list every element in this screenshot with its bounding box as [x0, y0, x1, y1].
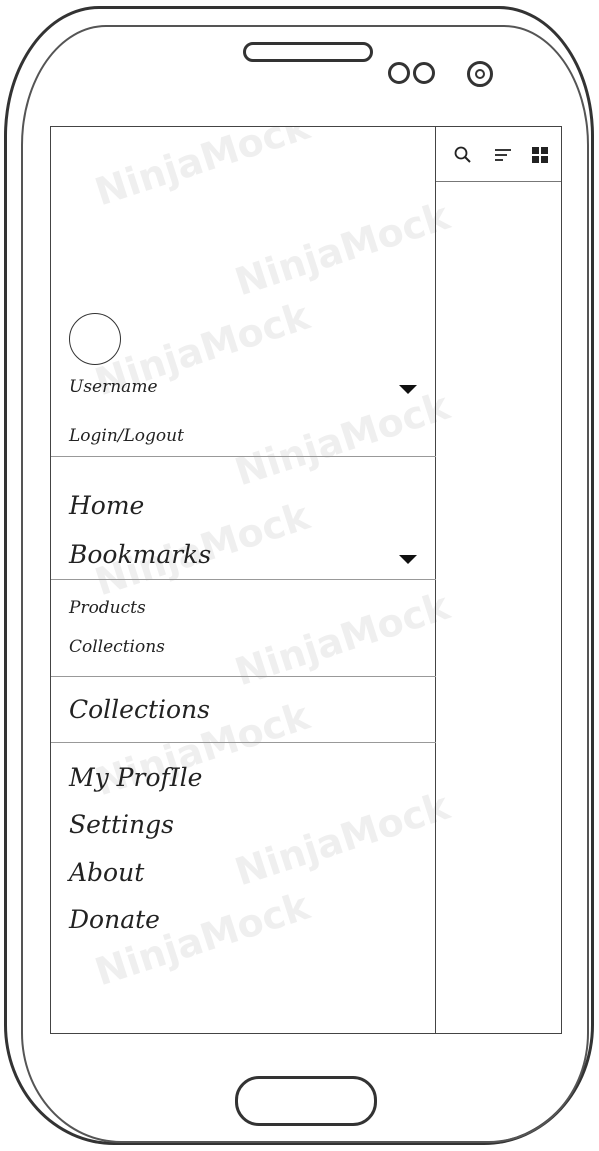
- nav-item-settings[interactable]: Settings: [69, 810, 174, 839]
- screen: NinjaMock NinjaMock NinjaMock NinjaMock …: [50, 126, 562, 1034]
- speaker-grille: [243, 42, 373, 62]
- divider: [51, 456, 436, 457]
- search-icon[interactable]: [453, 145, 473, 165]
- submenu-item-products[interactable]: Products: [69, 598, 146, 618]
- nav-item-home[interactable]: Home: [69, 491, 144, 520]
- toolbar: [436, 127, 561, 182]
- front-camera-icon: [467, 61, 493, 87]
- nav-item-my-profile[interactable]: My ProfIle: [69, 763, 202, 792]
- avatar[interactable]: [69, 313, 121, 365]
- submenu-item-collections[interactable]: Collections: [69, 637, 165, 657]
- username-label[interactable]: Username: [69, 377, 158, 397]
- light-sensor: [413, 62, 435, 84]
- divider: [51, 579, 436, 580]
- login-logout-link[interactable]: Login/Logout: [69, 426, 184, 446]
- content-pane: [436, 127, 561, 1033]
- divider: [51, 742, 436, 743]
- nav-item-collections[interactable]: Collections: [69, 695, 210, 724]
- nav-item-about[interactable]: About: [69, 858, 144, 887]
- bookmarks-expand-icon[interactable]: [399, 555, 417, 564]
- home-hardware-button[interactable]: [235, 1076, 377, 1126]
- grid-view-icon[interactable]: [530, 145, 550, 165]
- sort-icon[interactable]: [493, 145, 513, 165]
- account-dropdown-icon[interactable]: [399, 385, 417, 394]
- navigation-drawer: Username Login/Logout Home Bookmarks Pro…: [51, 127, 436, 1033]
- proximity-sensor: [388, 62, 410, 84]
- divider: [51, 676, 436, 677]
- nav-item-bookmarks[interactable]: Bookmarks: [69, 540, 211, 569]
- nav-item-donate[interactable]: Donate: [69, 905, 160, 934]
